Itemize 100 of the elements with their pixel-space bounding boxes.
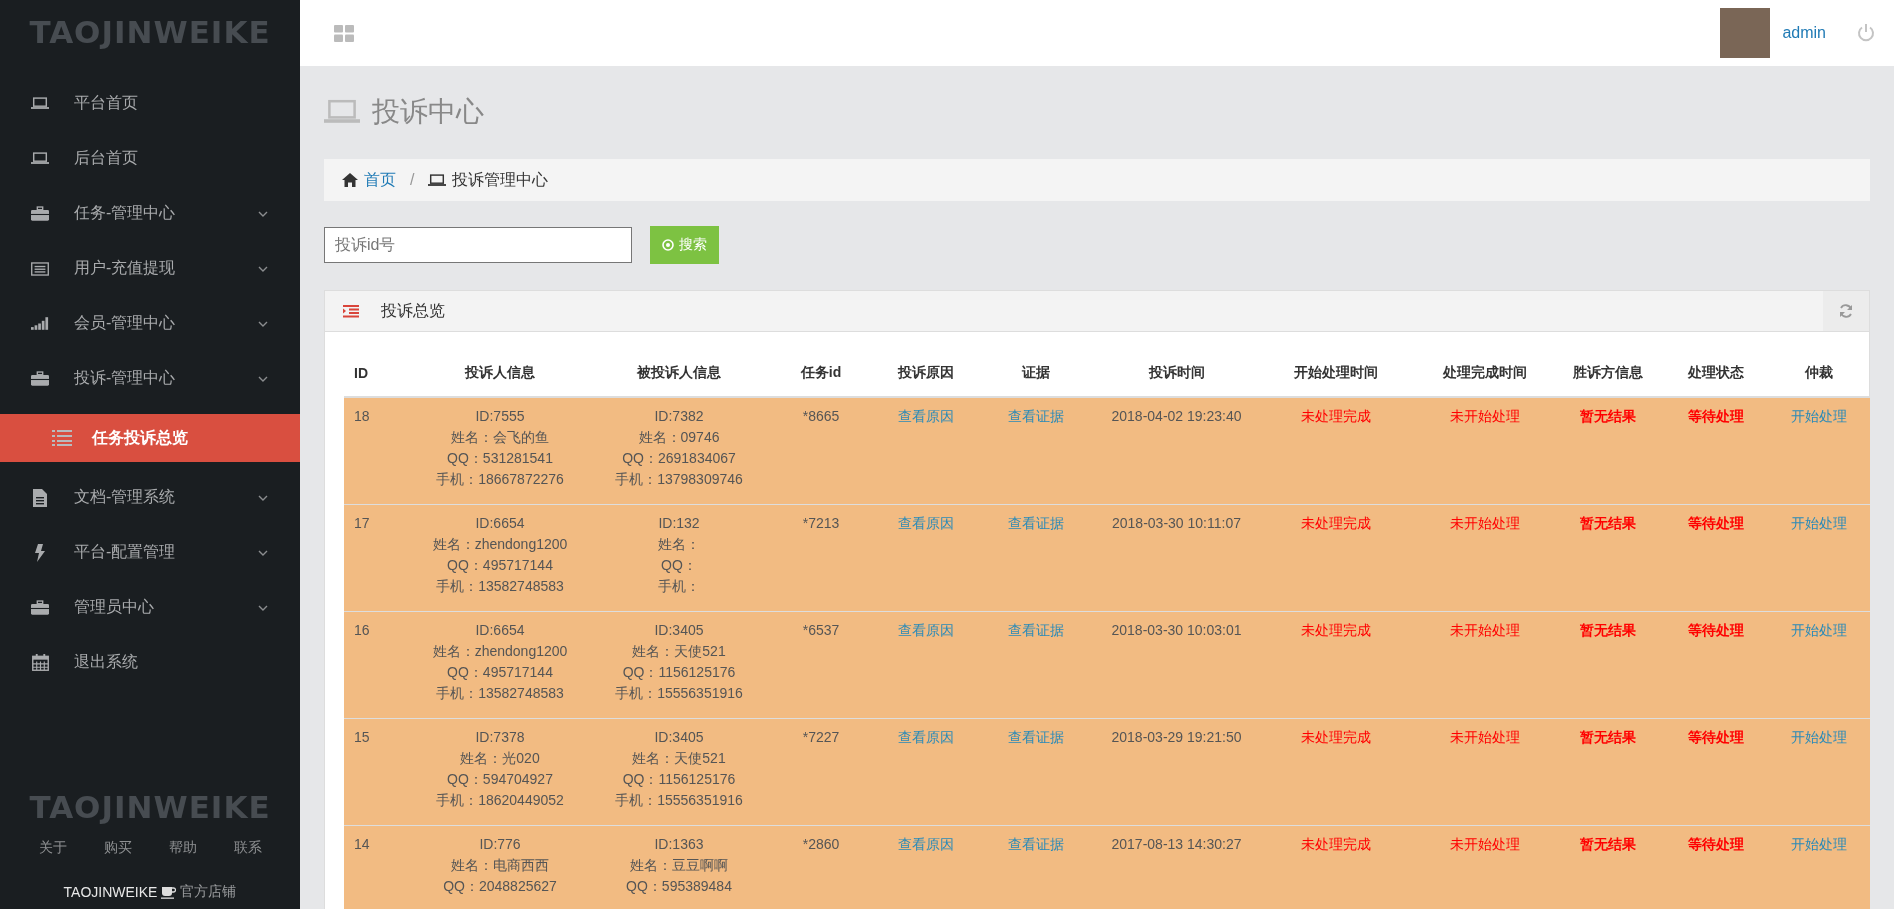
- sidebar-label: 管理员中心: [74, 597, 155, 617]
- avatar-photo-placeholder[interactable]: [1720, 8, 1771, 58]
- info-line: QQ：: [660, 556, 698, 575]
- info-line: 手机：18667872276: [435, 470, 565, 489]
- footer-link[interactable]: 关于: [38, 839, 67, 857]
- sidebar-label: 平台首页: [74, 93, 139, 113]
- sidebar-item[interactable]: 后台首页: [0, 131, 300, 186]
- status-text: 未开始处理: [1450, 622, 1520, 638]
- status-text: 暂无结果: [1580, 836, 1636, 852]
- table-link[interactable]: 查看证据: [1007, 622, 1064, 638]
- column-header: 被投诉人信息: [637, 364, 721, 380]
- status-text: 未处理完成: [1301, 408, 1371, 424]
- page-title: 投诉中心: [372, 95, 484, 129]
- sidebar-label: 退出系统: [74, 652, 139, 672]
- refresh-button[interactable]: [1823, 291, 1869, 331]
- status-text: 暂无结果: [1580, 408, 1636, 424]
- sidebar-item[interactable]: 管理员中心: [0, 580, 300, 635]
- info-line: ID:3405: [653, 621, 705, 640]
- column-header: 投诉人信息: [465, 364, 535, 380]
- power-icon[interactable]: [1856, 23, 1876, 43]
- sidebar-label: 后台首页: [74, 148, 139, 168]
- user-name-link[interactable]: admin: [1782, 24, 1826, 42]
- table-cell: 2018-03-29 19:21:50: [1111, 729, 1242, 745]
- table-cell: 2018-04-02 19:23:40: [1111, 408, 1242, 424]
- info-line: 手机：: [657, 577, 701, 596]
- footer-link[interactable]: 帮助: [168, 839, 197, 857]
- info-line: 手机：15556351916: [614, 791, 744, 810]
- briefcase-icon: [31, 206, 49, 221]
- table-link[interactable]: 查看证据: [1007, 836, 1064, 852]
- info-line: ID:132: [657, 514, 701, 533]
- sidebar-item[interactable]: 退出系统: [0, 635, 300, 690]
- info-line: QQ：1156125176: [621, 663, 737, 682]
- table-link[interactable]: 查看证据: [1007, 729, 1064, 745]
- shop-link[interactable]: 官方店铺: [180, 883, 237, 901]
- table-link[interactable]: 查看原因: [897, 622, 954, 638]
- info-line: QQ：1156125176: [621, 770, 737, 789]
- info-line: 姓名：: [657, 535, 701, 554]
- briefcase-icon: [31, 371, 49, 386]
- column-header: 仲裁: [1805, 364, 1833, 380]
- sidebar-item[interactable]: 平台-配置管理: [0, 525, 300, 580]
- sidebar-label: 任务-管理中心: [74, 203, 177, 223]
- sidebar-subitem[interactable]: 任务投诉总览: [0, 414, 300, 462]
- list-card-icon: [31, 261, 49, 276]
- sidebar-label: 会员-管理中心: [74, 313, 177, 333]
- table-link[interactable]: 开始处理: [1791, 836, 1847, 852]
- file-icon: [33, 488, 47, 507]
- table-cell: 18: [354, 408, 370, 424]
- table-link[interactable]: 查看原因: [897, 729, 954, 745]
- sidebar-item[interactable]: 任务-管理中心: [0, 186, 300, 241]
- status-text: 等待处理: [1687, 408, 1744, 424]
- info-line: 姓名：zhendong1200: [431, 535, 569, 554]
- table-cell: *8665: [802, 408, 840, 424]
- info-line: 手机：15556351916: [614, 684, 744, 703]
- breadcrumb-current: 投诉管理中心: [452, 169, 549, 190]
- status-text: 暂无结果: [1580, 729, 1636, 745]
- info-line: 姓名：09746: [637, 428, 721, 447]
- sidebar-item[interactable]: 会员-管理中心: [0, 296, 300, 351]
- table-link[interactable]: 开始处理: [1791, 515, 1847, 531]
- sidebar-item[interactable]: 平台首页: [0, 76, 300, 131]
- table-link[interactable]: 查看原因: [897, 515, 954, 531]
- info-line: 姓名：豆豆啊啊: [629, 856, 729, 875]
- info-line: QQ：531281541: [446, 449, 554, 468]
- table-link[interactable]: 查看证据: [1007, 515, 1064, 531]
- table-cell: 2018-03-30 10:03:01: [1111, 622, 1242, 638]
- sidebar-item[interactable]: 用户-充值提现: [0, 241, 300, 296]
- info-line: 手机：18620449052: [435, 791, 565, 810]
- table-link[interactable]: 开始处理: [1791, 729, 1847, 745]
- lightning-icon: [35, 543, 45, 562]
- info-line: ID:7382: [653, 407, 705, 426]
- footer-link[interactable]: 购买: [103, 839, 132, 857]
- signal-icon: [31, 317, 49, 330]
- status-text: 未开始处理: [1450, 515, 1520, 531]
- breadcrumb-link[interactable]: 首页: [364, 169, 396, 191]
- column-header: ID: [354, 365, 368, 381]
- info-line: 姓名：光020: [459, 749, 541, 768]
- sidebar-item[interactable]: 投诉-管理中心: [0, 351, 300, 406]
- briefcase-icon: [31, 600, 49, 615]
- column-header: 任务id: [800, 364, 842, 380]
- status-text: 等待处理: [1687, 515, 1744, 531]
- grid-icon[interactable]: [334, 24, 354, 42]
- table-cell: *2860: [802, 836, 840, 852]
- search-field[interactable]: 投诉id号: [324, 227, 632, 263]
- footer-link[interactable]: 联系: [233, 839, 262, 857]
- table-link[interactable]: 查看证据: [1007, 408, 1064, 424]
- info-line: ID:7555: [474, 407, 526, 426]
- column-header: 处理状态: [1687, 364, 1744, 380]
- sidebar-item[interactable]: 文档-管理系统: [0, 470, 300, 525]
- table-cell: 2018-03-30 10:11:07: [1112, 515, 1241, 531]
- info-line: ID:6654: [474, 621, 526, 640]
- table-cell: *6537: [802, 622, 840, 638]
- table-link[interactable]: 查看原因: [897, 408, 954, 424]
- status-text: 未处理完成: [1301, 729, 1371, 745]
- info-line: QQ：2048825627: [442, 877, 558, 896]
- column-header: 处理完成时间: [1443, 364, 1527, 380]
- table-link[interactable]: 开始处理: [1791, 622, 1847, 638]
- status-text: 等待处理: [1687, 836, 1744, 852]
- table-link[interactable]: 查看原因: [897, 836, 954, 852]
- table-link[interactable]: 开始处理: [1791, 408, 1847, 424]
- sidebar-label: 平台-配置管理: [74, 542, 177, 562]
- info-line: ID:1363: [653, 835, 705, 854]
